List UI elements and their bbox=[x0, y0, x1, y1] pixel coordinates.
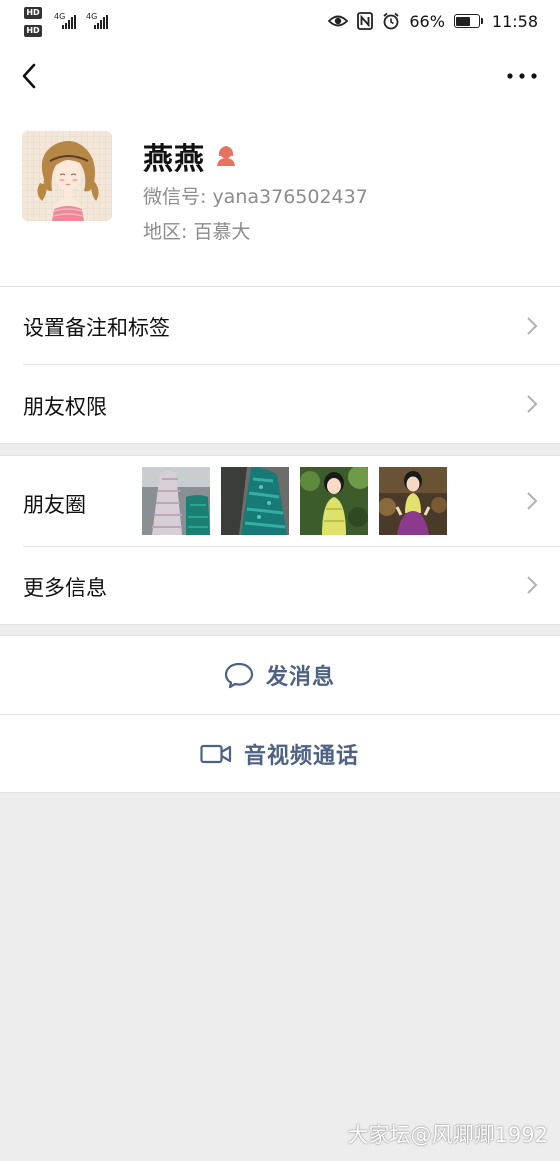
name-row: 燕燕 bbox=[143, 134, 237, 178]
video-call-label: 音视频通话 bbox=[244, 744, 360, 769]
nav-bar bbox=[0, 42, 560, 110]
female-gender-icon bbox=[217, 145, 235, 166]
video-camera-icon bbox=[200, 744, 232, 764]
hd-badge-1: HD bbox=[24, 7, 42, 19]
status-right: 66% 11:58 bbox=[328, 10, 538, 32]
video-call-button[interactable]: 音视频通话 bbox=[0, 715, 560, 793]
moment-thumbnail bbox=[221, 467, 289, 535]
status-bar: HD HD 4G 4G 66% 11:58 bbox=[0, 0, 560, 42]
wechat-id: 微信号: yana376502437 bbox=[143, 186, 368, 208]
cell-remark-tags[interactable]: 设置备注和标签 bbox=[0, 287, 560, 364]
nfc-icon bbox=[357, 12, 374, 30]
clock: 11:58 bbox=[491, 11, 538, 31]
eye-comfort-icon bbox=[328, 15, 349, 27]
chevron-right-icon bbox=[527, 395, 538, 413]
alarm-icon bbox=[383, 12, 399, 30]
send-message-label: 发消息 bbox=[266, 665, 336, 690]
moment-thumbnail bbox=[379, 467, 447, 535]
cell-moments[interactable]: 朋友圈 bbox=[0, 456, 560, 546]
battery-icon bbox=[453, 14, 483, 28]
more-dots-icon[interactable] bbox=[506, 66, 538, 86]
chevron-right-icon bbox=[527, 576, 538, 594]
region: 地区: 百慕大 bbox=[143, 221, 251, 243]
chevron-right-icon bbox=[527, 492, 538, 510]
moment-thumbnail bbox=[142, 467, 210, 535]
send-message-button[interactable]: 发消息 bbox=[0, 636, 560, 714]
cell-more-info[interactable]: 更多信息 bbox=[0, 547, 560, 624]
cell-friend-permissions[interactable]: 朋友权限 bbox=[0, 365, 560, 443]
moment-thumbnail bbox=[300, 467, 368, 535]
chat-bubble-icon bbox=[224, 662, 254, 689]
cell-label: 设置备注和标签 bbox=[23, 316, 170, 340]
cell-label: 更多信息 bbox=[23, 576, 107, 600]
contact-profile-screen: HD HD 4G 4G 66% 11:58 燕燕 微信号: yana376502… bbox=[0, 0, 560, 1161]
battery-percent: 66% bbox=[409, 11, 445, 31]
signal-indicators: HD HD 4G 4G bbox=[24, 5, 124, 39]
chevron-right-icon bbox=[527, 317, 538, 335]
hd-badge-2: HD bbox=[24, 25, 42, 37]
back-chevron-icon[interactable] bbox=[16, 60, 46, 92]
signal-bars-1-icon bbox=[62, 15, 76, 29]
contact-name: 燕燕 bbox=[143, 142, 205, 177]
profile-header: 燕燕 微信号: yana376502437 地区: 百慕大 bbox=[0, 110, 560, 287]
signal-bars-2-icon bbox=[94, 15, 108, 29]
divider bbox=[0, 792, 560, 793]
divider bbox=[0, 443, 560, 444]
divider bbox=[0, 624, 560, 625]
moments-thumbnails bbox=[142, 467, 447, 535]
cell-label: 朋友圈 bbox=[23, 493, 86, 517]
watermark: 大家坛@风卿卿1992 bbox=[347, 1123, 548, 1147]
moments-group: 朋友圈 更多信息 bbox=[0, 456, 560, 624]
settings-group: 设置备注和标签 朋友权限 bbox=[0, 287, 560, 443]
cell-label: 朋友权限 bbox=[23, 395, 107, 419]
avatar[interactable] bbox=[22, 131, 112, 221]
